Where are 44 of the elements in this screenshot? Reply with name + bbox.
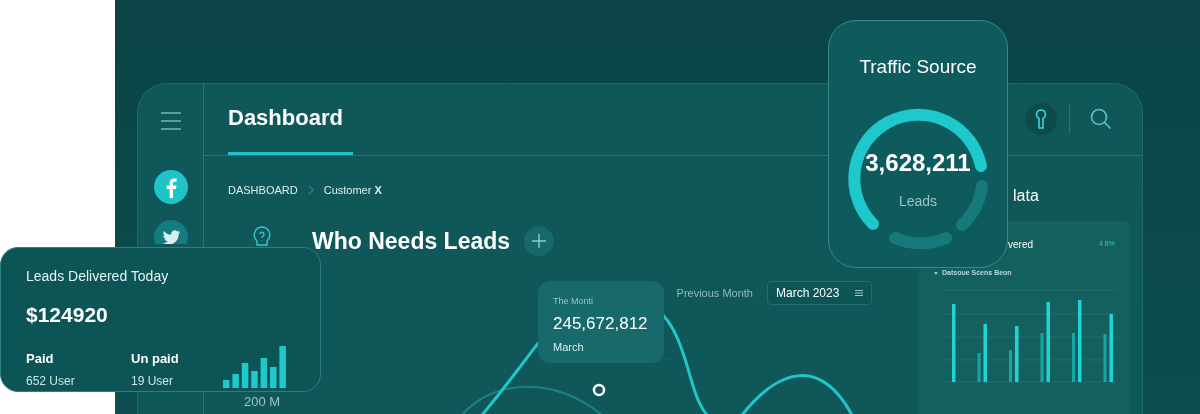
bar bbox=[279, 345, 286, 388]
stat-label: Paid bbox=[26, 350, 55, 368]
bar bbox=[1009, 349, 1012, 382]
traffic-unit: Leads bbox=[898, 192, 938, 211]
bar bbox=[1040, 332, 1044, 382]
amount: $124920 bbox=[26, 302, 109, 328]
card-subtitle: vered bbox=[1008, 237, 1033, 252]
card-title: Leads Delivered Today bbox=[26, 267, 170, 286]
bar bbox=[232, 373, 239, 388]
value-tooltip: The Monti 245,672,812 March bbox=[538, 281, 664, 363]
card-title: Traffic Source bbox=[859, 55, 977, 79]
keyhole-icon bbox=[1035, 109, 1047, 129]
card-title: lata bbox=[1013, 186, 1039, 204]
filter-label: Previous Month bbox=[676, 285, 753, 301]
bar bbox=[1103, 333, 1107, 382]
bar bbox=[983, 323, 987, 382]
bar bbox=[223, 379, 230, 388]
add-button[interactable] bbox=[524, 226, 555, 256]
traffic-value: 3,628,211 bbox=[865, 148, 971, 178]
bar bbox=[251, 370, 258, 388]
dashboard-tab[interactable]: Dashboard bbox=[228, 83, 353, 155]
stat-value: 19 User bbox=[131, 372, 175, 390]
keyhole-button[interactable] bbox=[1025, 103, 1057, 135]
facebook-icon[interactable] bbox=[153, 170, 188, 204]
bar bbox=[1072, 332, 1075, 382]
caret-icon bbox=[934, 271, 938, 275]
bar bbox=[1015, 325, 1019, 382]
stat-label: Un paid bbox=[131, 350, 180, 368]
calendar-icon bbox=[855, 290, 863, 296]
bar bbox=[977, 352, 981, 382]
search-icon[interactable] bbox=[1090, 108, 1112, 130]
breadcrumb-link[interactable]: DASHBOARD bbox=[228, 181, 298, 199]
bar bbox=[1109, 313, 1113, 382]
bar bbox=[260, 357, 268, 388]
section-title: Who Needs Leads bbox=[312, 226, 511, 256]
bar bbox=[241, 362, 249, 388]
stat-value: 652 User bbox=[26, 372, 76, 390]
plus-icon bbox=[532, 234, 547, 248]
axis-label: 200 M bbox=[243, 392, 281, 411]
month-dropdown[interactable]: March 2023 bbox=[767, 281, 872, 305]
chevron-icon bbox=[307, 185, 314, 195]
breadcrumb-current[interactable]: Customer X bbox=[323, 181, 382, 199]
bar bbox=[270, 366, 277, 388]
menu-icon[interactable] bbox=[160, 112, 181, 130]
